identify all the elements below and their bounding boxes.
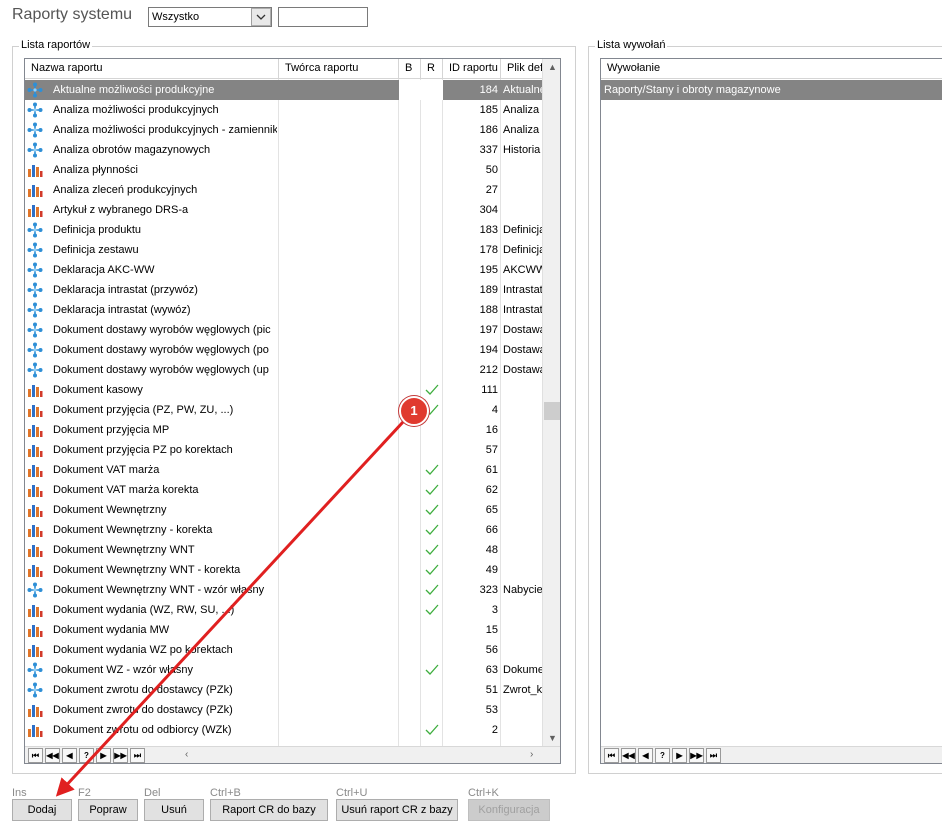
annotation-marker: 1 bbox=[399, 396, 429, 426]
annotation-arrow bbox=[55, 420, 405, 797]
